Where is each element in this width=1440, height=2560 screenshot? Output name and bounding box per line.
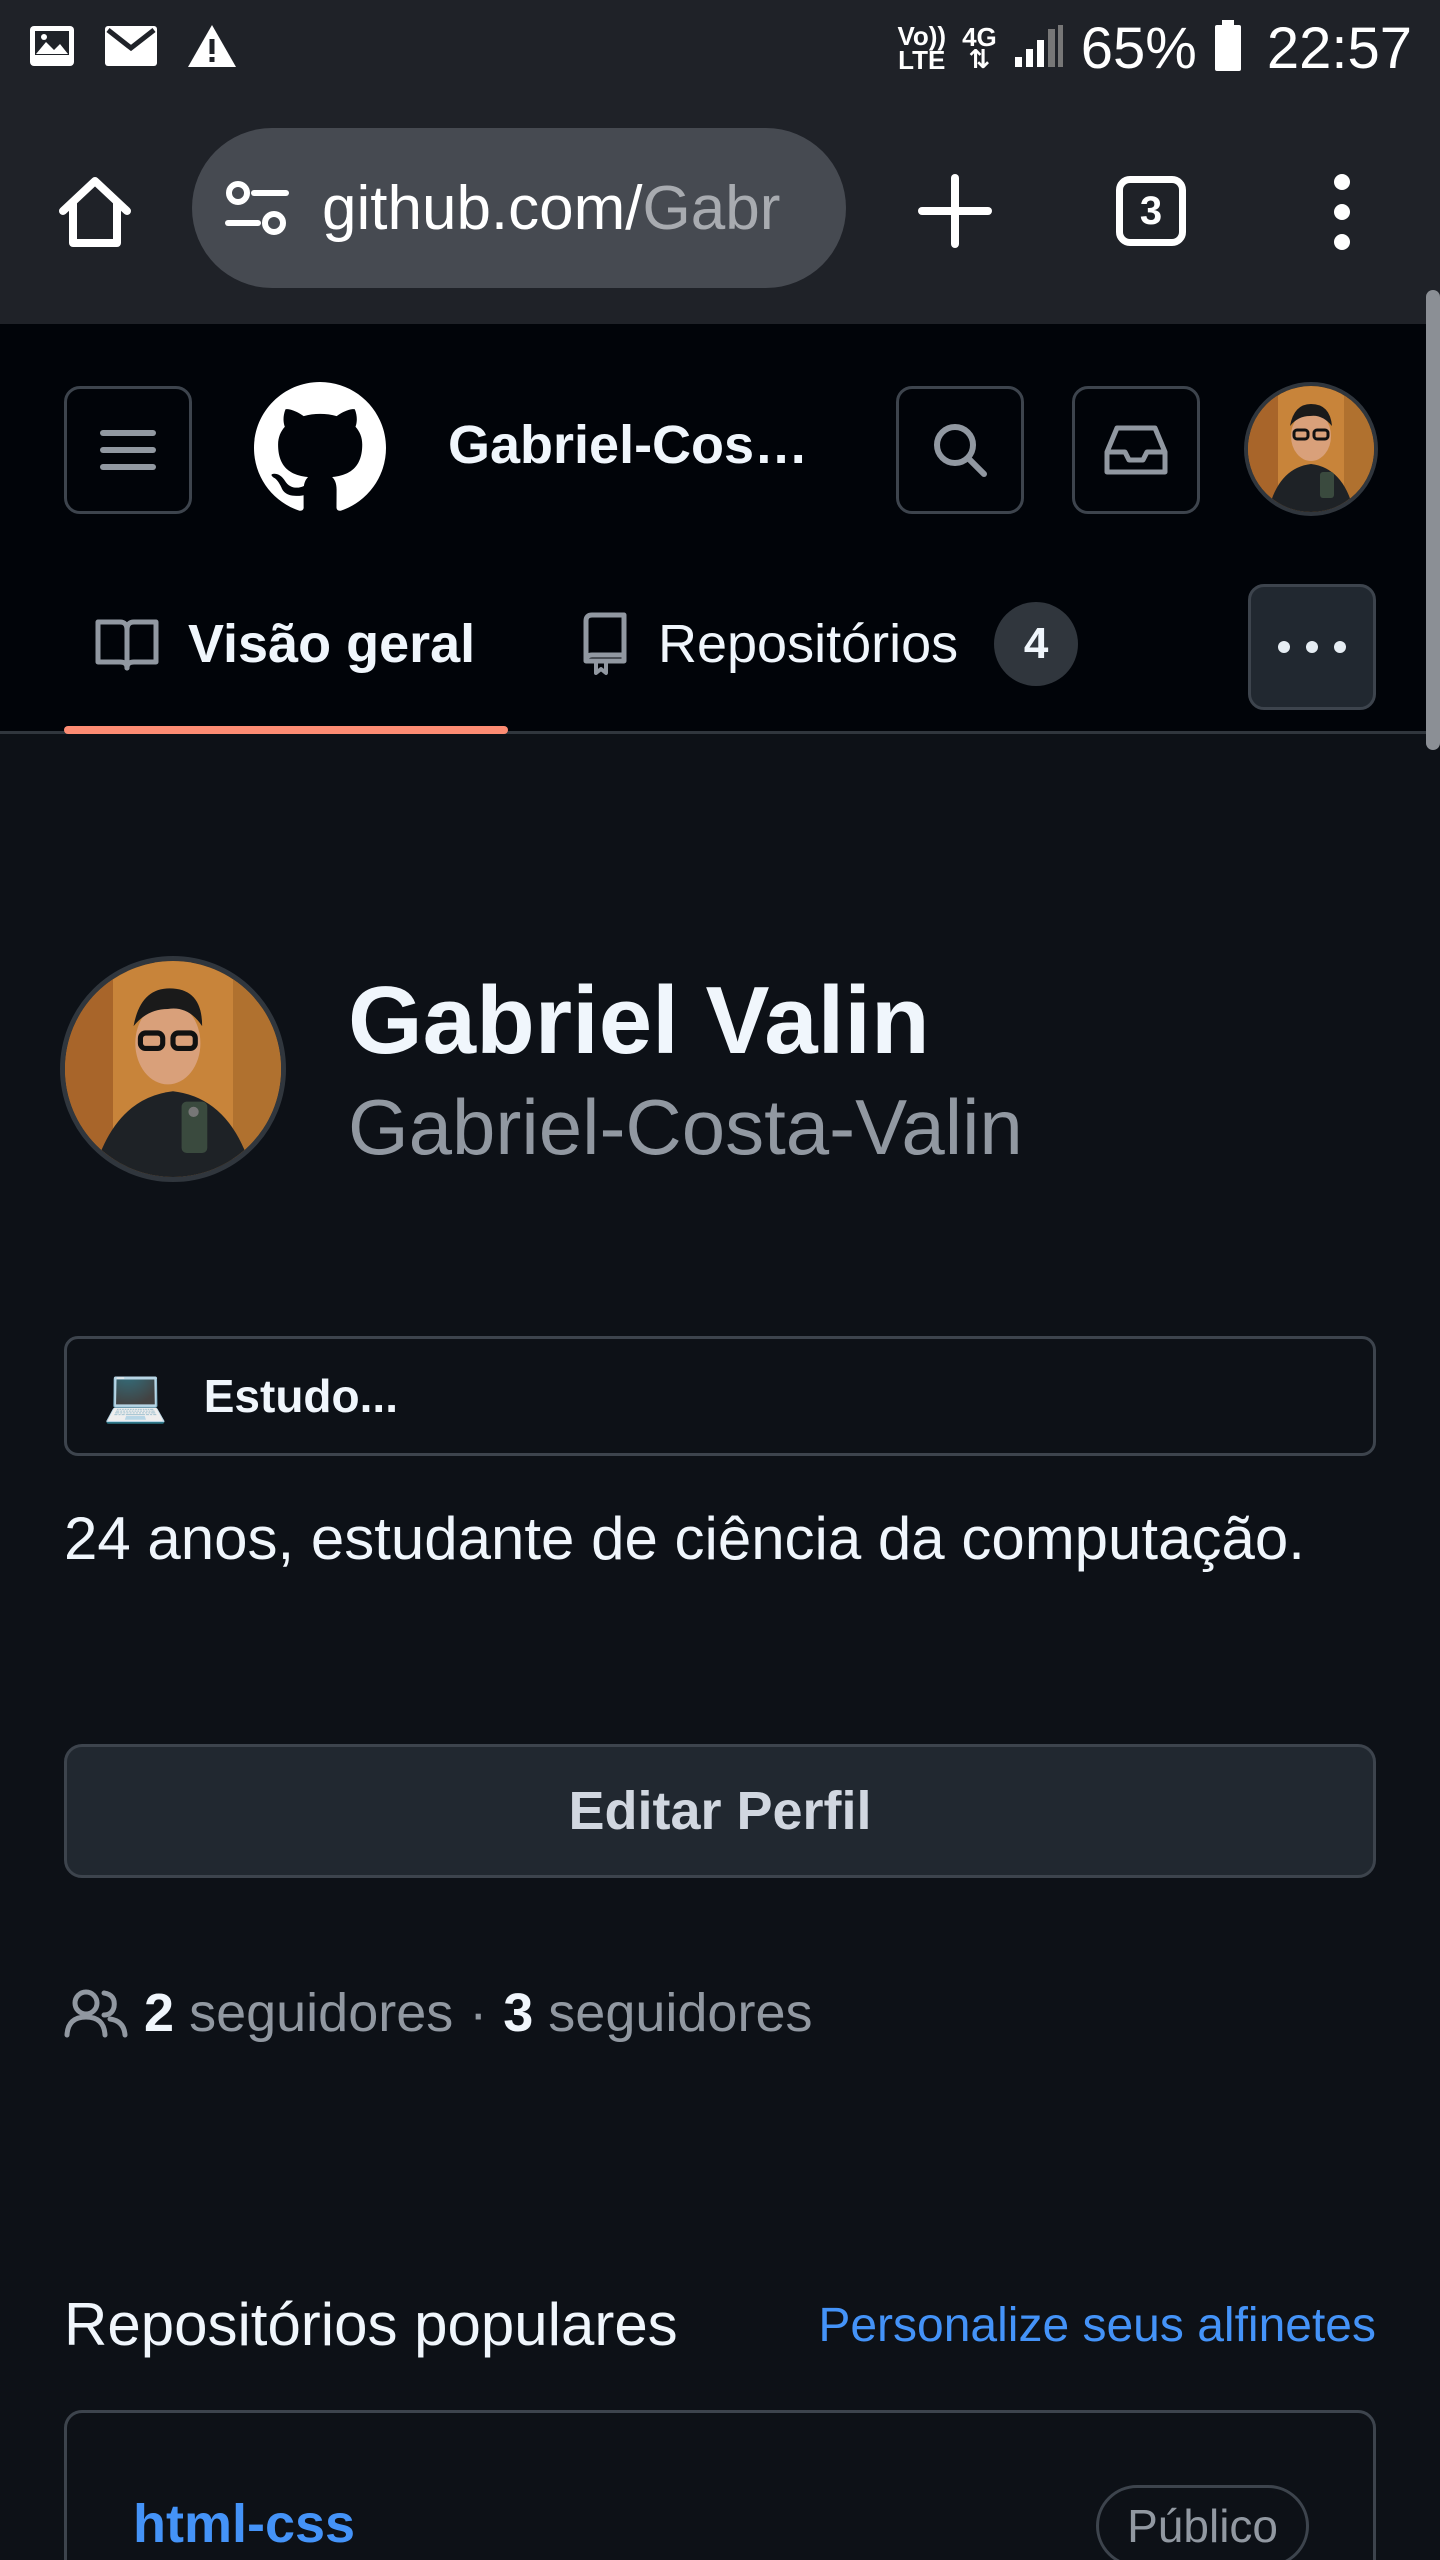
address-bar[interactable]: github.com/Gabr xyxy=(192,128,846,288)
following-link[interactable]: 3 seguidores xyxy=(503,1982,812,2044)
mail-icon xyxy=(104,25,158,72)
customize-pins-link[interactable]: Personalize seus alfinetes xyxy=(818,2298,1376,2353)
tab-repositories[interactable]: Repositórios 4 xyxy=(548,554,1108,734)
popular-repos-title: Repositórios populares xyxy=(64,2291,678,2358)
repo-card: html-css Público xyxy=(64,2410,1376,2560)
github-logo-icon[interactable] xyxy=(254,382,386,514)
tab-overview-label: Visão geral xyxy=(188,614,476,674)
repo-icon xyxy=(583,612,627,675)
user-status[interactable]: 💻 Estudo... xyxy=(64,1336,1376,1456)
more-options-icon[interactable] xyxy=(1322,170,1362,254)
followers-label: seguidores xyxy=(189,1983,454,2043)
volte-indicator: Vo)) LTE xyxy=(897,21,947,75)
browser-toolbar: github.com/Gabr 3 xyxy=(0,96,1440,324)
url-host: github.com/ xyxy=(322,173,643,243)
status-text: Estudo... xyxy=(203,1370,398,1422)
search-button[interactable] xyxy=(896,386,1024,514)
search-icon xyxy=(934,424,987,477)
followers-count: 2 xyxy=(144,1983,175,2043)
new-tab-icon[interactable] xyxy=(910,166,1000,256)
github-header: Gabriel-Costa-Valin Visão geral xyxy=(0,324,1440,734)
tab-switcher-button[interactable]: 3 xyxy=(1116,176,1186,246)
inbox-button[interactable] xyxy=(1072,386,1200,514)
signal-icon xyxy=(1013,23,1065,74)
profile-avatar[interactable] xyxy=(60,956,286,1182)
profile-tabs: Visão geral Repositórios 4 xyxy=(0,554,1440,734)
clock: 22:57 xyxy=(1266,15,1412,81)
following-label: seguidores xyxy=(548,1983,813,2043)
profile-username: Gabriel-Costa-Valin xyxy=(348,1083,1023,1171)
site-settings-icon[interactable] xyxy=(222,173,292,243)
warning-icon xyxy=(186,23,238,74)
image-icon xyxy=(28,24,76,73)
repositories-count-badge: 4 xyxy=(994,602,1079,686)
battery-icon xyxy=(1213,19,1243,78)
profile-name: Gabriel Valin xyxy=(348,967,930,1074)
hamburger-icon xyxy=(100,430,156,470)
edit-profile-button[interactable]: Editar Perfil xyxy=(64,1744,1376,1878)
tab-overview[interactable]: Visão geral xyxy=(64,554,508,734)
separator: · xyxy=(469,1983,488,2043)
header-context-title[interactable]: Gabriel-Costa-Valin xyxy=(448,414,818,476)
url-path: Gabr xyxy=(642,173,781,243)
profile-bio: 24 anos, estudante de ciência da computa… xyxy=(64,1505,1305,1572)
followers-link[interactable]: 2 seguidores xyxy=(144,1982,453,2044)
follow-stats: 2 seguidores · 3 seguidores xyxy=(64,1982,812,2044)
menu-button[interactable] xyxy=(64,386,192,514)
visibility-badge: Público xyxy=(1096,2485,1309,2560)
user-avatar[interactable] xyxy=(1244,382,1378,516)
repo-name-link[interactable]: html-css xyxy=(133,2493,355,2555)
book-icon xyxy=(95,619,159,671)
scrollbar[interactable] xyxy=(1426,290,1440,750)
home-icon[interactable] xyxy=(50,166,140,256)
following-count: 3 xyxy=(503,1983,534,2043)
ellipsis-icon xyxy=(1278,641,1346,653)
people-icon xyxy=(64,1989,128,2038)
screen: Vo)) LTE 4G ⇅ 65% 22:57 github.com/ Gabr… xyxy=(0,0,1440,2560)
data-indicator: 4G ⇅ xyxy=(962,22,997,74)
battery-percent: 65% xyxy=(1080,15,1197,81)
laptop-icon: 💻 xyxy=(103,1367,168,1425)
tab-repositories-label: Repositórios xyxy=(658,614,959,674)
inbox-icon xyxy=(1104,425,1168,475)
status-bar: Vo)) LTE 4G ⇅ 65% 22:57 xyxy=(0,0,1440,96)
more-tabs-button[interactable] xyxy=(1248,584,1376,710)
